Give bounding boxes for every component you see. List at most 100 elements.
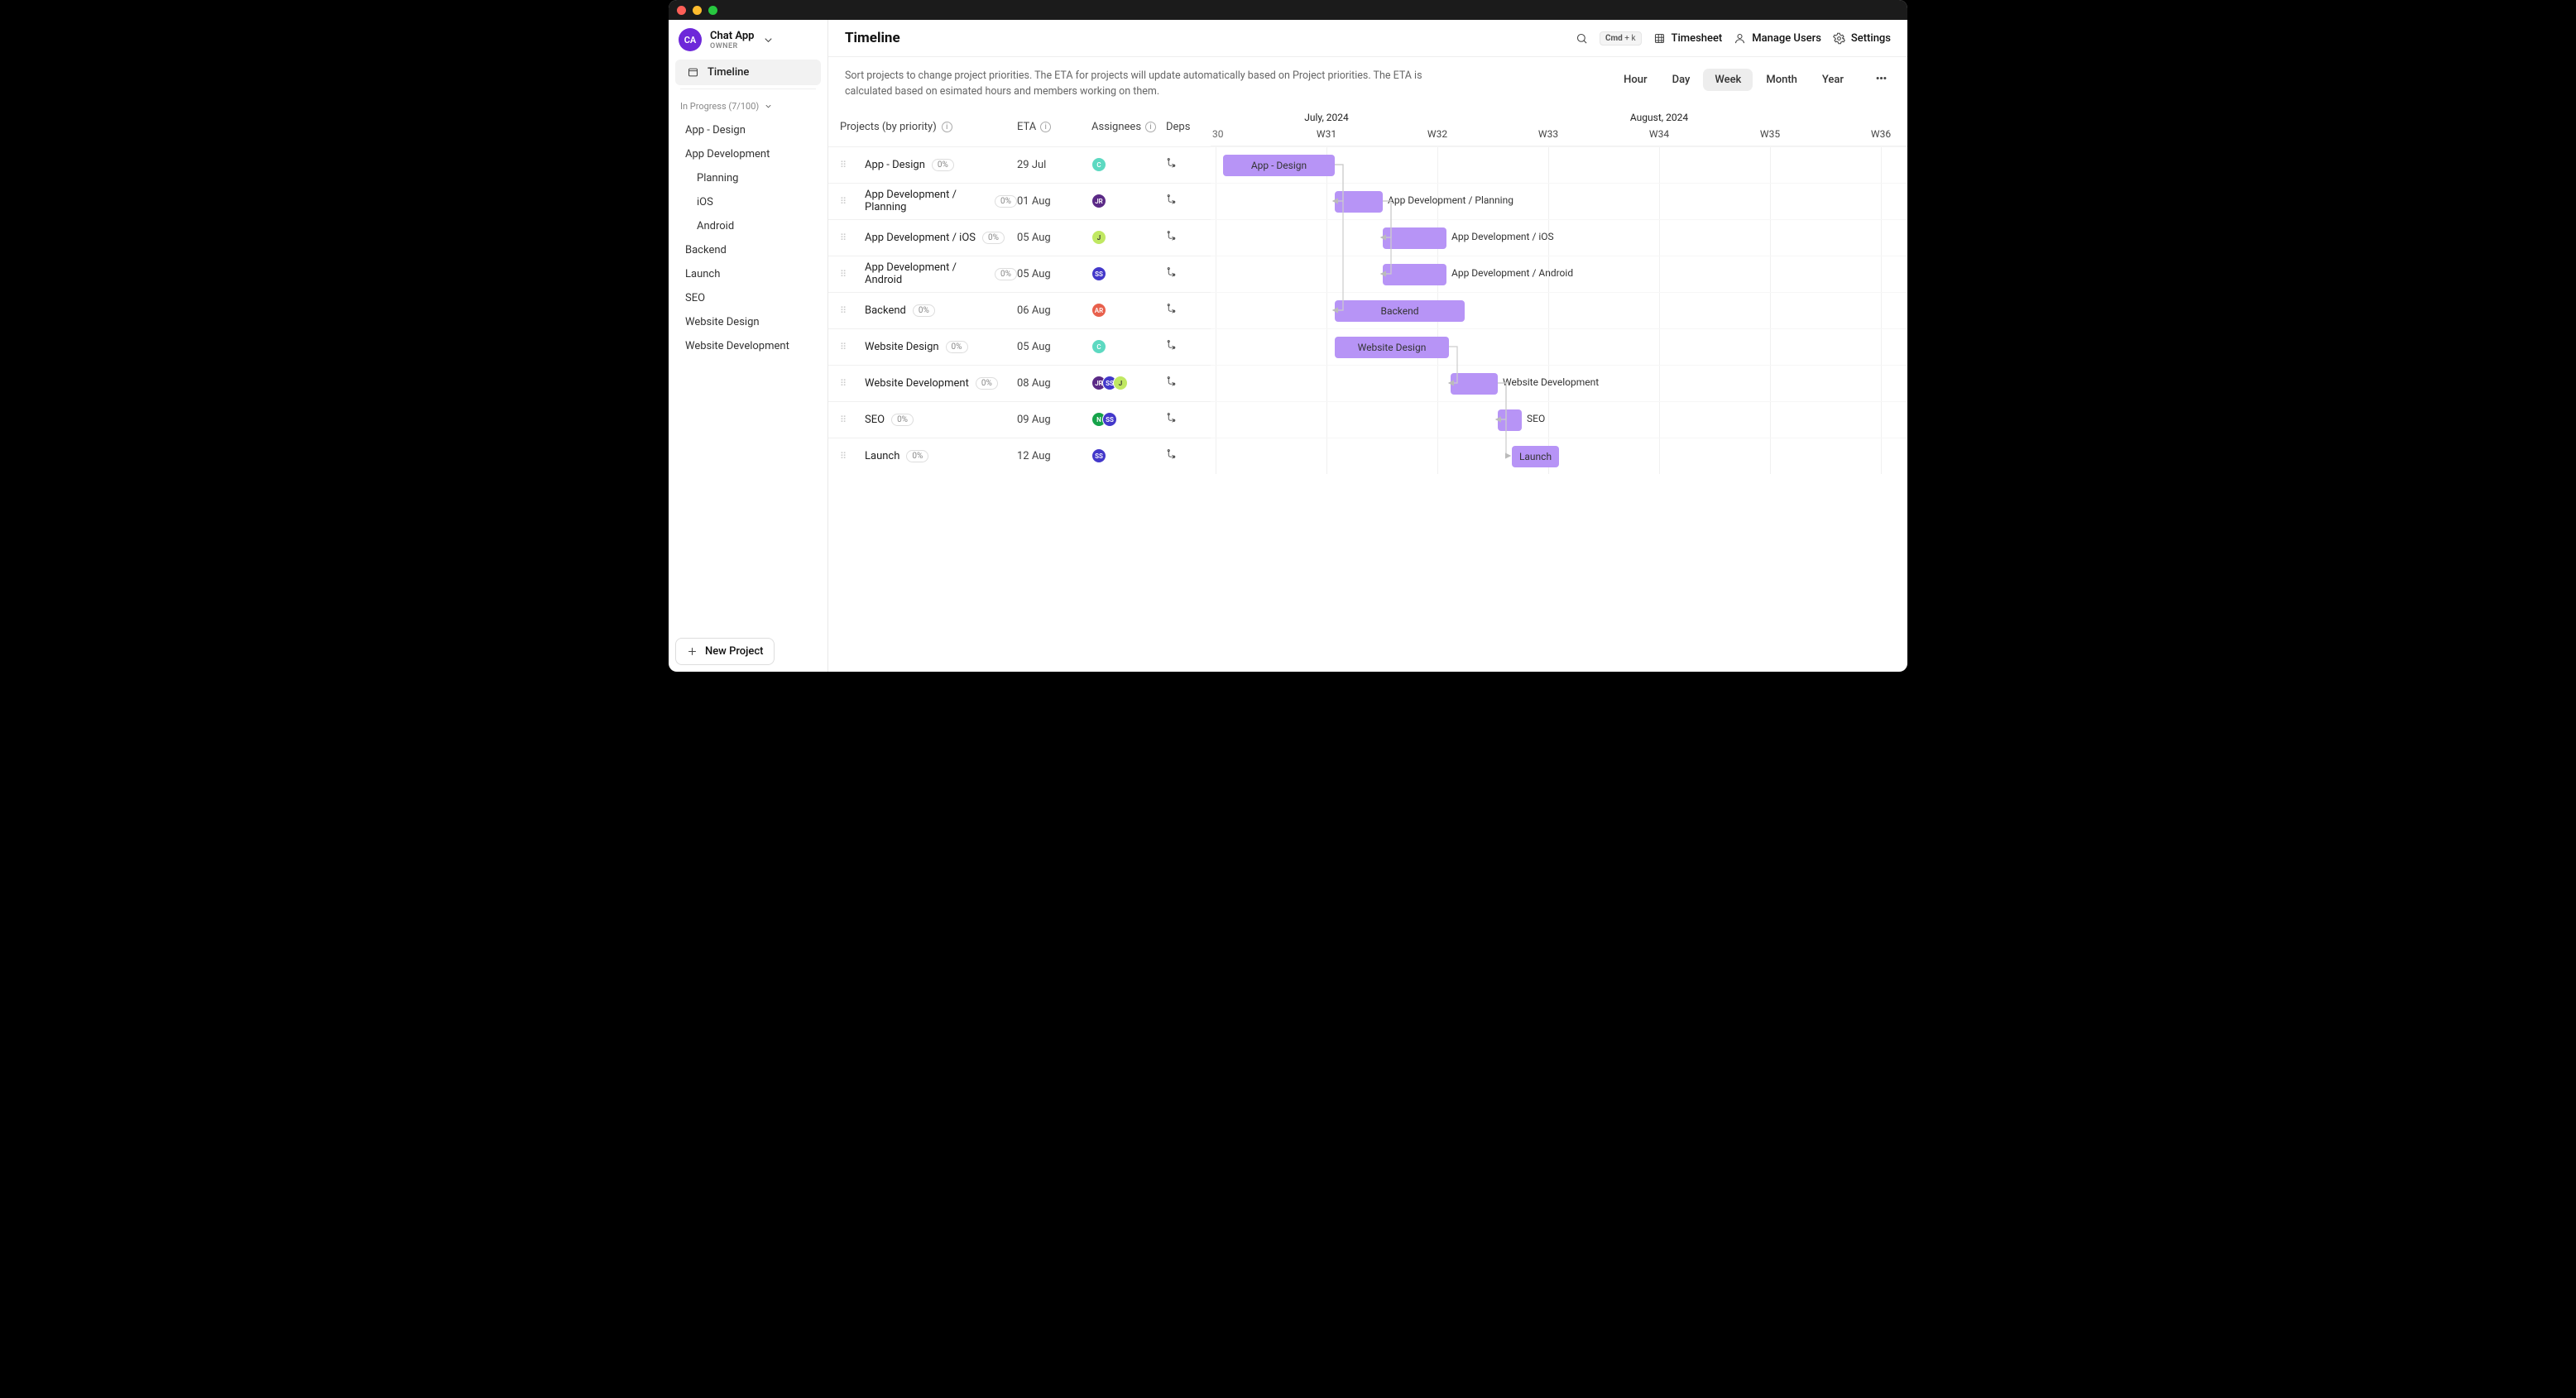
project-name: App Development / Android — [865, 261, 988, 286]
gantt-bar[interactable]: Backend — [1335, 300, 1465, 322]
workspace-avatar: CA — [679, 28, 702, 51]
sidebar-project-item[interactable]: Website Design — [674, 310, 823, 334]
dependency-button[interactable] — [1166, 449, 1199, 463]
gantt-bar[interactable] — [1451, 373, 1498, 395]
progress-badge: 0% — [995, 195, 1017, 208]
new-project-button[interactable]: New Project — [675, 638, 775, 665]
dependency-button[interactable] — [1166, 231, 1199, 245]
table-row[interactable]: ⠿SEO0%09 AugNSS — [828, 401, 1211, 438]
drag-handle-icon[interactable]: ⠿ — [840, 305, 855, 316]
section-in-progress[interactable]: In Progress (7/100) — [669, 98, 827, 115]
manage-users-button[interactable]: Manage Users — [1734, 32, 1821, 45]
sidebar-project-subitem[interactable]: Planning — [674, 166, 823, 190]
eta-value: 08 Aug — [1017, 377, 1091, 390]
scale-month[interactable]: Month — [1754, 69, 1809, 91]
assignees[interactable]: JRSSJ — [1091, 376, 1166, 390]
sidebar-project-item[interactable]: Website Development — [674, 334, 823, 358]
sidebar-project-item[interactable]: SEO — [674, 286, 823, 310]
close-window-button[interactable] — [677, 6, 686, 15]
dependency-icon — [1166, 194, 1177, 205]
search-icon[interactable] — [1576, 32, 1588, 45]
info-icon[interactable]: i — [942, 122, 952, 132]
table-row[interactable]: ⠿Website Design0%05 AugC — [828, 328, 1211, 365]
assignees[interactable]: NSS — [1091, 412, 1166, 427]
avatar: J — [1113, 376, 1128, 390]
assignees[interactable]: JR — [1091, 194, 1166, 208]
assignees[interactable]: SS — [1091, 266, 1166, 281]
project-name: Website Design — [865, 341, 939, 353]
gantt-bar-label: App Development / Planning — [1388, 194, 1513, 206]
assignees[interactable]: J — [1091, 230, 1166, 245]
assignees[interactable]: C — [1091, 157, 1166, 172]
month-label: July, 2024 — [1304, 112, 1349, 123]
timesheet-button[interactable]: Timesheet — [1653, 32, 1723, 45]
settings-button[interactable]: Settings — [1833, 32, 1891, 45]
table-row[interactable]: ⠿App Development / Android0%05 AugSS — [828, 256, 1211, 292]
drag-handle-icon[interactable]: ⠿ — [840, 196, 855, 207]
page-header: Timeline Cmd + k Timesheet Manage Users — [828, 20, 1907, 57]
drag-handle-icon[interactable]: ⠿ — [840, 232, 855, 243]
gantt-chart[interactable]: 30 July, 2024August, 2024W31W32W33W34W35… — [1211, 108, 1907, 673]
scale-week[interactable]: Week — [1703, 69, 1753, 91]
gantt-bar[interactable] — [1383, 227, 1446, 249]
assignees[interactable]: SS — [1091, 448, 1166, 463]
dependency-button[interactable] — [1166, 267, 1199, 281]
project-name: App - Design — [865, 159, 925, 171]
scale-year[interactable]: Year — [1811, 69, 1855, 91]
scale-day[interactable]: Day — [1661, 69, 1702, 91]
table-row[interactable]: ⠿Backend0%06 AugAR — [828, 292, 1211, 328]
drag-handle-icon[interactable]: ⠿ — [840, 342, 855, 352]
drag-handle-icon[interactable]: ⠿ — [840, 414, 855, 425]
assignees[interactable]: C — [1091, 339, 1166, 354]
table-row[interactable]: ⠿Launch0%12 AugSS — [828, 438, 1211, 474]
dependency-button[interactable] — [1166, 158, 1199, 172]
dependency-button[interactable] — [1166, 304, 1199, 318]
new-project-label: New Project — [705, 645, 764, 658]
sidebar-project-subitem[interactable]: Android — [674, 214, 823, 238]
search-shortcut: Cmd + k — [1600, 31, 1642, 45]
sidebar-project-item[interactable]: App - Design — [674, 118, 823, 142]
assignees[interactable]: AR — [1091, 303, 1166, 318]
sidebar-project-item[interactable]: Backend — [674, 238, 823, 262]
gantt-bar[interactable] — [1498, 409, 1522, 431]
gantt-row: App Development / Android — [1211, 256, 1907, 292]
gantt-row: Website Design — [1211, 328, 1907, 365]
drag-handle-icon[interactable]: ⠿ — [840, 451, 855, 462]
gantt-bar[interactable]: Website Design — [1335, 337, 1449, 358]
nav-timeline[interactable]: Timeline — [675, 60, 821, 85]
dependency-button[interactable] — [1166, 340, 1199, 354]
table-row[interactable]: ⠿Website Development0%08 AugJRSSJ — [828, 365, 1211, 401]
gantt-bar[interactable] — [1335, 191, 1383, 213]
drag-handle-icon[interactable]: ⠿ — [840, 160, 855, 170]
window-titlebar — [669, 0, 1907, 20]
info-icon[interactable]: i — [1040, 122, 1051, 132]
workspace-switcher[interactable]: CA Chat App OWNER — [669, 20, 827, 60]
sidebar-project-subitem[interactable]: iOS — [674, 190, 823, 214]
table-row[interactable]: ⠿App Development / Planning0%01 AugJR — [828, 183, 1211, 219]
info-icon[interactable]: i — [1145, 122, 1156, 132]
dependency-button[interactable] — [1166, 413, 1199, 427]
gantt-bar[interactable]: App - Design — [1223, 155, 1335, 176]
dependency-button[interactable] — [1166, 376, 1199, 390]
scale-hour[interactable]: Hour — [1612, 69, 1658, 91]
table-row[interactable]: ⠿App Development / iOS0%05 AugJ — [828, 219, 1211, 256]
dependency-icon — [1166, 304, 1177, 314]
project-name: SEO — [865, 414, 885, 426]
col-projects-label: Projects (by priority) — [840, 121, 937, 133]
section-label-text: In Progress (7/100) — [680, 101, 759, 112]
user-icon — [1734, 32, 1746, 45]
maximize-window-button[interactable] — [708, 6, 717, 15]
drag-handle-icon[interactable]: ⠿ — [840, 378, 855, 389]
more-options-button[interactable] — [1872, 69, 1891, 91]
sidebar-project-item[interactable]: App Development — [674, 142, 823, 166]
dependency-button[interactable] — [1166, 194, 1199, 208]
gantt-bar[interactable] — [1383, 264, 1446, 285]
gantt-row: App - Design — [1211, 146, 1907, 183]
table-row[interactable]: ⠿App - Design0%29 JulC — [828, 146, 1211, 183]
timeline-content: Projects (by priority) i ETA i Assignees… — [828, 108, 1907, 673]
drag-handle-icon[interactable]: ⠿ — [840, 269, 855, 280]
col-assignees-label: Assignees — [1091, 121, 1141, 133]
sidebar-project-item[interactable]: Launch — [674, 262, 823, 286]
minimize-window-button[interactable] — [693, 6, 702, 15]
gantt-bar[interactable]: Launch — [1512, 446, 1559, 467]
